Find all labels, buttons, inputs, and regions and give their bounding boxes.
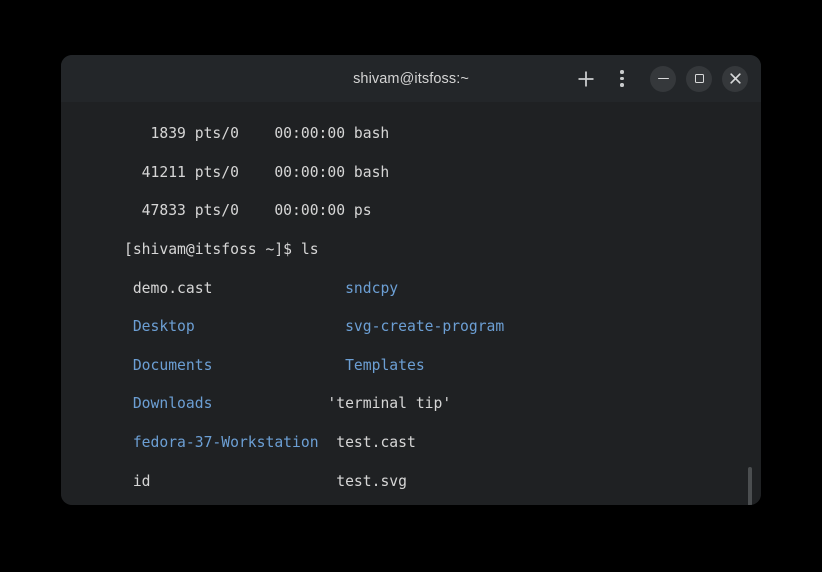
terminal-text	[212, 280, 336, 297]
titlebar-actions	[568, 55, 748, 102]
terminal-text: sndcpy	[336, 280, 398, 297]
terminal-text	[151, 473, 328, 490]
minimize-icon	[658, 78, 669, 80]
terminal-line: 47833 pts/0 00:00:00 ps	[124, 201, 504, 220]
terminal-line: Documents Templates	[124, 356, 504, 375]
terminal-line: Desktop svg-create-program	[124, 317, 504, 336]
screen: shivam@itsfoss:~	[0, 0, 822, 572]
minimize-button[interactable]	[650, 66, 676, 92]
terminal-text	[124, 357, 133, 374]
terminal-text-wrapper: [shivam@itsfoss ~]$ ps PID TTY TIME CMD …	[61, 102, 761, 505]
terminal-text: fedora-37-Workstation	[133, 434, 319, 451]
terminal-body[interactable]: [shivam@itsfoss ~]$ ps PID TTY TIME CMD …	[61, 102, 761, 505]
terminal-text: Downloads	[133, 395, 213, 412]
terminal-text	[124, 434, 133, 451]
terminal-text: 41211 pts/0 00:00:00 bash	[124, 164, 389, 181]
menu-button[interactable]	[604, 61, 640, 97]
kebab-menu-icon	[620, 70, 624, 87]
terminal-text	[212, 357, 336, 374]
terminal-text: demo.cast	[124, 280, 212, 297]
plus-icon	[577, 70, 595, 88]
terminal-text: Documents	[133, 357, 213, 374]
terminal-line: id test.svg	[124, 472, 504, 491]
terminal-line: 41211 pts/0 00:00:00 bash	[124, 163, 504, 182]
terminal-line: fedora-37-Workstation test.cast	[124, 433, 504, 452]
terminal-window: shivam@itsfoss:~	[61, 55, 761, 505]
terminal-line: 1839 pts/0 00:00:00 bash	[124, 124, 504, 143]
terminal-text: [shivam@itsfoss ~]$ ls	[124, 241, 319, 258]
terminal-text: svg-create-program	[336, 318, 504, 335]
titlebar[interactable]: shivam@itsfoss:~	[61, 55, 761, 102]
window-title: shivam@itsfoss:~	[353, 71, 469, 87]
maximize-icon	[695, 74, 704, 83]
terminal-output: [shivam@itsfoss ~]$ ps PID TTY TIME CMD …	[124, 102, 504, 505]
terminal-line: [shivam@itsfoss ~]$ ls	[124, 240, 504, 259]
terminal-text: 1839 pts/0 00:00:00 bash	[124, 125, 389, 142]
new-tab-button[interactable]	[568, 61, 604, 97]
terminal-text: Templates	[336, 357, 424, 374]
terminal-text	[124, 395, 133, 412]
terminal-text: 47833 pts/0 00:00:00 ps	[124, 202, 372, 219]
terminal-text: test.svg	[327, 473, 407, 490]
terminal-text: Desktop	[133, 318, 195, 335]
terminal-text: 'terminal tip'	[327, 395, 451, 412]
terminal-text	[212, 395, 327, 412]
terminal-text	[195, 318, 336, 335]
terminal-text: id	[124, 473, 151, 490]
terminal-line: demo.cast sndcpy	[124, 279, 504, 298]
terminal-text	[319, 434, 337, 451]
terminal-text: test.cast	[336, 434, 416, 451]
close-icon	[730, 73, 741, 84]
terminal-line: PID TTY TIME CMD	[124, 102, 504, 105]
terminal-scrollbar[interactable]	[748, 467, 752, 505]
maximize-button[interactable]	[686, 66, 712, 92]
terminal-text	[124, 318, 133, 335]
close-button[interactable]	[722, 66, 748, 92]
terminal-text: PID TTY TIME CMD	[124, 102, 380, 104]
terminal-line: Downloads 'terminal tip'	[124, 394, 504, 413]
